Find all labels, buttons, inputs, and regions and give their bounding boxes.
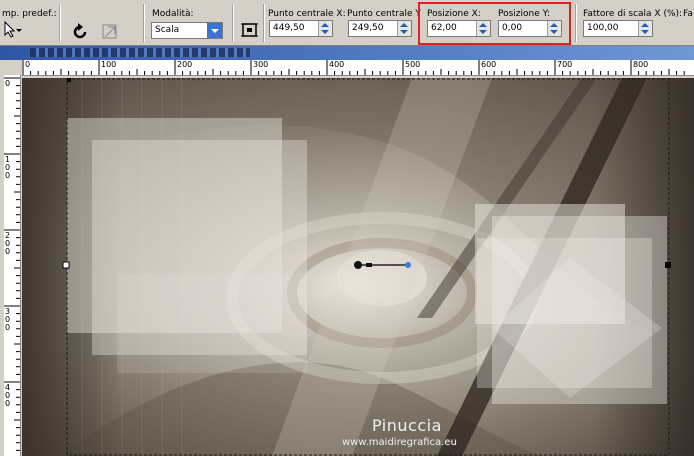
separator (575, 4, 577, 42)
ruler-label: 2 0 0 (5, 231, 11, 256)
scale-x-label: Fattore di scala X (%): (583, 9, 683, 19)
center-x-input[interactable]: 449,50 (269, 20, 333, 37)
document-title-obscured (30, 48, 250, 57)
ruler-label: 800 (633, 60, 649, 69)
scale-x-value: 100,00 (587, 23, 619, 33)
ruler-corner (4, 60, 22, 75)
horizontal-ruler: 0 100 200 300 400 500 600 700 800 (22, 60, 694, 76)
scale-x-input[interactable]: 100,00 (583, 20, 653, 37)
ruler-label: 0 (5, 79, 11, 88)
ruler-label: 600 (481, 60, 497, 69)
image-canvas[interactable]: Pinuccia www.maidiregrafica.eu (22, 78, 694, 456)
mode-value: Scala (155, 25, 180, 35)
separator (143, 4, 145, 42)
separator (232, 4, 234, 42)
reset-transform-icon[interactable] (100, 22, 120, 42)
vertical-ruler: 0 1 0 0 2 0 0 3 0 0 4 0 0 (4, 75, 21, 456)
center-x-label: Punto centrale X: (268, 9, 346, 19)
highlight-box (418, 2, 571, 45)
ruler-label: 300 (253, 60, 269, 69)
ruler-label: 200 (177, 60, 193, 69)
ruler-label: 3 0 0 (5, 307, 11, 332)
ruler-label: 100 (101, 60, 117, 69)
tool-options-bar: mp. predef.: Modalità: Scala Punto centr… (0, 0, 694, 46)
abstract-artwork (22, 78, 694, 456)
document-titlebar[interactable] (0, 46, 694, 60)
preset-label: mp. predef.: (2, 9, 57, 19)
truncated-label: Fa (683, 9, 693, 19)
ruler-label: 4 0 0 (5, 383, 11, 408)
watermark-url: www.maidiregrafica.eu (342, 437, 457, 448)
ruler-label: 0 (25, 60, 31, 69)
spin-arrows-icon[interactable] (318, 21, 332, 36)
separator (263, 4, 265, 42)
chevron-down-icon[interactable] (207, 23, 222, 38)
separator (59, 4, 61, 42)
mode-label: Modalità: (152, 9, 194, 19)
pick-tool-icon[interactable] (240, 20, 260, 40)
center-y-label: Punto centrale Y (347, 9, 421, 19)
ruler-label: 400 (329, 60, 345, 69)
rotate-icon[interactable] (70, 22, 90, 42)
center-x-value: 449,50 (273, 23, 305, 33)
center-y-value: 249,50 (352, 23, 384, 33)
spin-arrows-icon[interactable] (638, 21, 652, 36)
center-y-input[interactable]: 249,50 (348, 20, 412, 37)
ruler-ticks (22, 60, 685, 75)
mode-select[interactable]: Scala (151, 22, 223, 39)
ruler-label: 500 (405, 60, 421, 69)
spin-arrows-icon[interactable] (397, 21, 411, 36)
ruler-label: 700 (557, 60, 573, 69)
ruler-label: 1 0 0 (5, 155, 11, 180)
arrow-cursor-icon[interactable] (2, 20, 22, 40)
watermark-title: Pinuccia (372, 416, 442, 435)
